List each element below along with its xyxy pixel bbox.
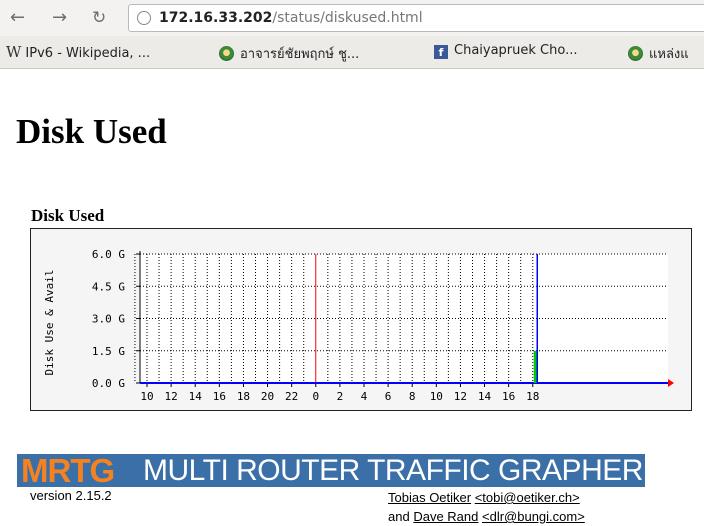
bookmark-facebook[interactable]: f Chaiyapruek Cho...: [434, 43, 578, 59]
author-tobias-link[interactable]: Tobias Oetiker: [388, 490, 471, 505]
x-tick-label: 16: [502, 390, 515, 403]
disk-used-chart: 0.0 G 1.5 G 3.0 G 4.5 G 6.0 G 10 12 14 16 18 20 22 0…: [43, 248, 674, 403]
graph-title: Disk Used: [31, 206, 105, 225]
bookmark-label: Chaiyapruek Cho...: [454, 43, 578, 58]
y-tick-label: 0.0 G: [92, 377, 125, 390]
bookmark-label: แหล่งแ: [649, 47, 689, 62]
x-tick-label: 16: [213, 390, 226, 403]
and-text: and: [388, 509, 410, 524]
mrtg-banner[interactable]: MRTG MULTI ROUTER TRAFFIC GRAPHER: [17, 454, 645, 487]
version-text: version 2.15.2: [30, 488, 112, 503]
credits-line-2: and Dave Rand <dlr@bungi.com>: [388, 507, 585, 526]
y-tick-label: 1.5 G: [92, 345, 125, 358]
page-title: Disk Used: [16, 112, 167, 151]
bookmark-label: IPv6 - Wikipedia, ...: [25, 46, 151, 61]
wikipedia-w-icon: W: [6, 43, 22, 61]
x-tick-label: 18: [237, 390, 250, 403]
x-tick-label: 6: [385, 390, 392, 403]
disk-used-graph: 0.0 G 1.5 G 3.0 G 4.5 G 6.0 G 10 12 14 16 18 20 22 0…: [30, 228, 692, 411]
y-tick-label: 4.5 G: [92, 280, 125, 293]
browser-toolbar: ← → ↻ 172.16.33.202/status/diskused.html: [0, 0, 704, 36]
credits: Tobias Oetiker <tobi@oetiker.ch> and Dav…: [388, 488, 585, 526]
x-tick-label: 12: [454, 390, 467, 403]
author-dave-link[interactable]: Dave Rand: [413, 509, 478, 524]
back-arrow-icon[interactable]: ←: [10, 8, 25, 28]
seal-icon: [628, 46, 643, 61]
x-tick-label: 4: [361, 390, 368, 403]
bookmark-resource[interactable]: แหล่งแ: [628, 43, 689, 64]
url-host: 172.16.33.202: [159, 10, 273, 26]
url-text: 172.16.33.202/status/diskused.html: [159, 10, 423, 26]
series-area: [533, 350, 537, 383]
x-tick-label: 12: [164, 390, 177, 403]
forward-arrow-icon[interactable]: →: [52, 8, 67, 28]
bookmark-label: อาจารย์ชัยพฤกษ์ ชู...: [240, 47, 360, 62]
email-dlr-link[interactable]: <dlr@bungi.com>: [482, 509, 585, 524]
x-tick-label: 2: [337, 390, 344, 403]
x-tick-label: 22: [285, 390, 298, 403]
bookmark-teacher[interactable]: อาจารย์ชัยพฤกษ์ ชู...: [219, 43, 359, 64]
facebook-icon: f: [434, 45, 448, 59]
y-tick-label: 6.0 G: [92, 248, 125, 261]
seal-icon: [219, 46, 234, 61]
x-tick-label: 10: [430, 390, 443, 403]
credits-line-1: Tobias Oetiker <tobi@oetiker.ch>: [388, 488, 585, 507]
x-tick-label: 14: [189, 390, 203, 403]
x-tick-label: 14: [478, 390, 492, 403]
bookmarks-bar: W IPv6 - Wikipedia, ... อาจารย์ชัยพฤกษ์ ช…: [0, 36, 704, 69]
y-axis-label: Disk Use & Avail: [43, 270, 56, 376]
address-bar[interactable]: 172.16.33.202/status/diskused.html: [128, 4, 704, 32]
email-tobi-link[interactable]: <tobi@oetiker.ch>: [475, 490, 580, 505]
reload-icon[interactable]: ↻: [92, 8, 106, 28]
x-tick-label: 10: [140, 390, 153, 403]
y-tick-label: 3.0 G: [92, 313, 125, 326]
x-tick-label: 18: [526, 390, 539, 403]
bookmark-ipv6-wikipedia[interactable]: W IPv6 - Wikipedia, ...: [6, 43, 150, 61]
mrtg-logo: MRTG: [21, 454, 115, 487]
globe-icon: [137, 11, 151, 25]
x-tick-label: 0: [312, 390, 319, 403]
url-path: /status/diskused.html: [272, 10, 423, 26]
x-tick-label: 8: [409, 390, 416, 403]
mrtg-full-name: MULTI ROUTER TRAFFIC GRAPHER: [143, 454, 643, 487]
x-axis-arrow: [668, 379, 674, 387]
x-tick-label: 20: [261, 390, 274, 403]
